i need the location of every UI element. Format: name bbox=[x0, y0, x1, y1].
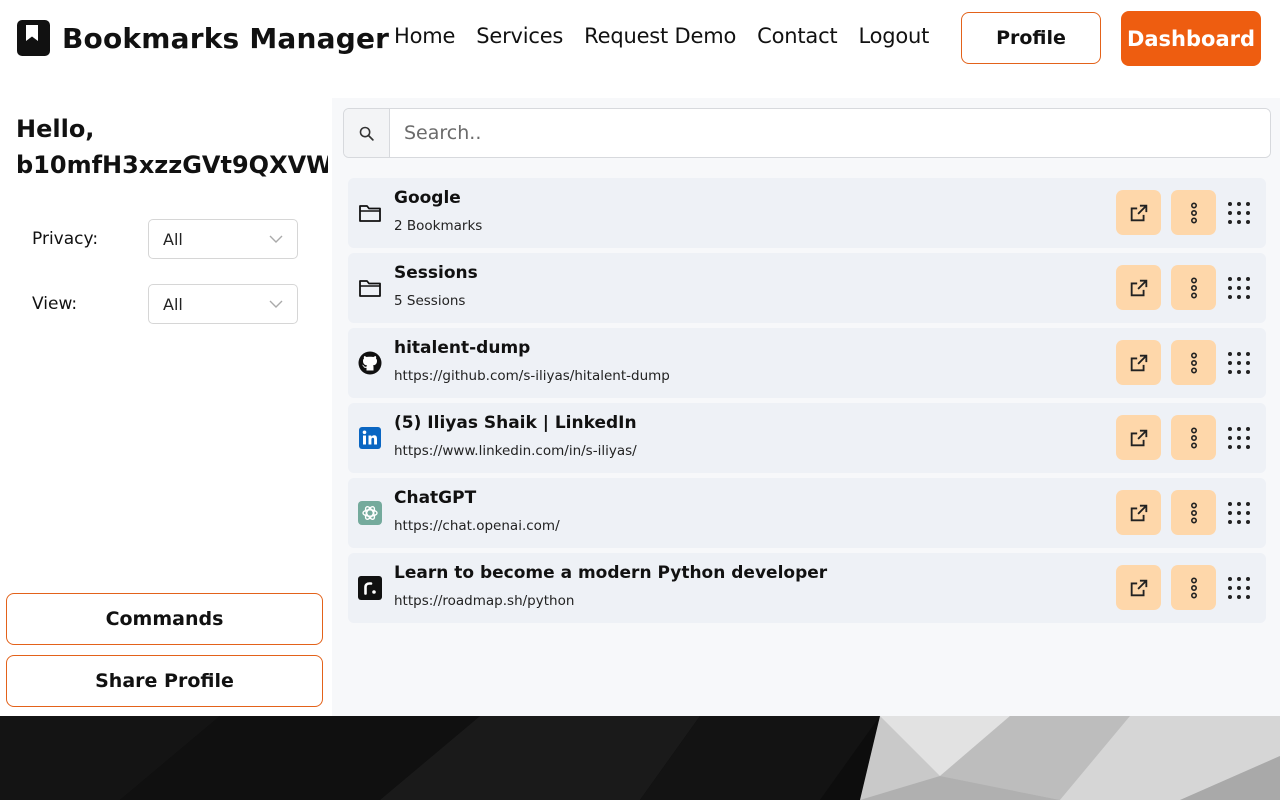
list-item[interactable]: Sessions 5 Sessions bbox=[348, 253, 1266, 323]
privacy-filter: Privacy: All bbox=[32, 219, 298, 259]
kebab-menu-icon bbox=[1190, 576, 1197, 598]
top-navbar: Bookmarks Manager Home Services Request … bbox=[0, 0, 1280, 78]
greeting-hello: Hello, bbox=[16, 115, 95, 143]
more-options-button[interactable] bbox=[1171, 490, 1216, 535]
open-link-button[interactable] bbox=[1116, 340, 1161, 385]
item-subtitle: https://www.linkedin.com/in/s-iliyas/ bbox=[394, 443, 637, 459]
profile-button[interactable]: Profile bbox=[961, 12, 1101, 64]
bookmark-list: Google 2 Bookmarks Sessions 5 Sessions h… bbox=[348, 178, 1266, 628]
chevron-down-icon bbox=[269, 300, 283, 308]
drag-handle-icon[interactable] bbox=[1228, 277, 1250, 299]
item-title: hitalent-dump bbox=[394, 338, 531, 358]
external-link-icon bbox=[1130, 579, 1147, 596]
search-button[interactable] bbox=[344, 109, 390, 157]
main-nav: Home Services Request Demo Contact Logou… bbox=[394, 24, 950, 48]
drag-handle-icon[interactable] bbox=[1228, 427, 1250, 449]
roadmap-icon bbox=[358, 576, 382, 600]
app-title: Bookmarks Manager bbox=[62, 21, 390, 55]
view-label: View: bbox=[32, 294, 78, 314]
kebab-menu-icon bbox=[1190, 426, 1197, 448]
share-profile-button[interactable]: Share Profile bbox=[6, 655, 323, 707]
linkedin-icon bbox=[358, 426, 382, 450]
view-select[interactable]: All bbox=[148, 284, 298, 324]
chatgpt-icon bbox=[358, 501, 382, 525]
item-title: Google bbox=[394, 188, 461, 208]
drag-handle-icon[interactable] bbox=[1228, 577, 1250, 599]
item-title: ChatGPT bbox=[394, 488, 477, 508]
commands-button[interactable]: Commands bbox=[6, 593, 323, 645]
github-icon bbox=[358, 351, 382, 375]
item-subtitle: 2 Bookmarks bbox=[394, 218, 483, 234]
kebab-menu-icon bbox=[1190, 201, 1197, 223]
item-title: (5) Iliyas Shaik | LinkedIn bbox=[394, 413, 637, 433]
nav-home-link[interactable]: Home bbox=[394, 24, 455, 48]
item-subtitle: https://roadmap.sh/python bbox=[394, 593, 575, 609]
item-title: Learn to become a modern Python develope… bbox=[394, 563, 828, 583]
more-options-button[interactable] bbox=[1171, 340, 1216, 385]
open-link-button[interactable] bbox=[1116, 190, 1161, 235]
nav-services-link[interactable]: Services bbox=[476, 24, 563, 48]
drag-handle-icon[interactable] bbox=[1228, 502, 1250, 524]
greeting: Hello, b10mfH3xzzGVt9QXVWf bbox=[16, 111, 328, 183]
drag-handle-icon[interactable] bbox=[1228, 202, 1250, 224]
kebab-menu-icon bbox=[1190, 351, 1197, 373]
sidebar: Hello, b10mfH3xzzGVt9QXVWf Privacy: All … bbox=[0, 78, 332, 716]
list-item[interactable]: hitalent-dump https://github.com/s-iliya… bbox=[348, 328, 1266, 398]
search-icon bbox=[359, 126, 374, 141]
search-bar bbox=[343, 108, 1271, 158]
list-item[interactable]: Learn to become a modern Python develope… bbox=[348, 553, 1266, 623]
open-link-button[interactable] bbox=[1116, 490, 1161, 535]
open-link-button[interactable] bbox=[1116, 265, 1161, 310]
more-options-button[interactable] bbox=[1171, 265, 1216, 310]
more-options-button[interactable] bbox=[1171, 415, 1216, 460]
more-options-button[interactable] bbox=[1171, 190, 1216, 235]
privacy-select-value: All bbox=[163, 229, 183, 249]
item-title: Sessions bbox=[394, 263, 478, 283]
more-options-button[interactable] bbox=[1171, 565, 1216, 610]
folder-icon bbox=[358, 276, 382, 300]
chevron-down-icon bbox=[269, 235, 283, 243]
item-subtitle: https://chat.openai.com/ bbox=[394, 518, 560, 534]
background-pattern bbox=[0, 716, 1280, 800]
external-link-icon bbox=[1130, 279, 1147, 296]
kebab-menu-icon bbox=[1190, 276, 1197, 298]
open-link-button[interactable] bbox=[1116, 565, 1161, 610]
list-item[interactable]: (5) Iliyas Shaik | LinkedIn https://www.… bbox=[348, 403, 1266, 473]
nav-contact-link[interactable]: Contact bbox=[757, 24, 838, 48]
view-select-value: All bbox=[163, 294, 183, 314]
search-input[interactable] bbox=[390, 109, 1270, 157]
dashboard-button[interactable]: Dashboard bbox=[1121, 11, 1261, 66]
external-link-icon bbox=[1130, 504, 1147, 521]
nav-request-demo-link[interactable]: Request Demo bbox=[584, 24, 736, 48]
external-link-icon bbox=[1130, 354, 1147, 371]
folder-icon bbox=[358, 201, 382, 225]
privacy-select[interactable]: All bbox=[148, 219, 298, 259]
item-subtitle: 5 Sessions bbox=[394, 293, 466, 309]
greeting-username: b10mfH3xzzGVt9QXVWf bbox=[16, 151, 328, 179]
open-link-button[interactable] bbox=[1116, 415, 1161, 460]
external-link-icon bbox=[1130, 429, 1147, 446]
bookmark-logo-icon bbox=[17, 20, 50, 56]
list-item[interactable]: Google 2 Bookmarks bbox=[348, 178, 1266, 248]
privacy-label: Privacy: bbox=[32, 229, 99, 249]
brand[interactable]: Bookmarks Manager bbox=[17, 20, 389, 56]
drag-handle-icon[interactable] bbox=[1228, 352, 1250, 374]
list-item[interactable]: ChatGPT https://chat.openai.com/ bbox=[348, 478, 1266, 548]
kebab-menu-icon bbox=[1190, 501, 1197, 523]
item-subtitle: https://github.com/s-iliyas/hitalent-dum… bbox=[394, 368, 670, 384]
nav-logout-link[interactable]: Logout bbox=[858, 24, 929, 48]
view-filter: View: All bbox=[32, 284, 298, 324]
bookmarks-panel: Google 2 Bookmarks Sessions 5 Sessions bbox=[332, 98, 1280, 716]
external-link-icon bbox=[1130, 204, 1147, 221]
